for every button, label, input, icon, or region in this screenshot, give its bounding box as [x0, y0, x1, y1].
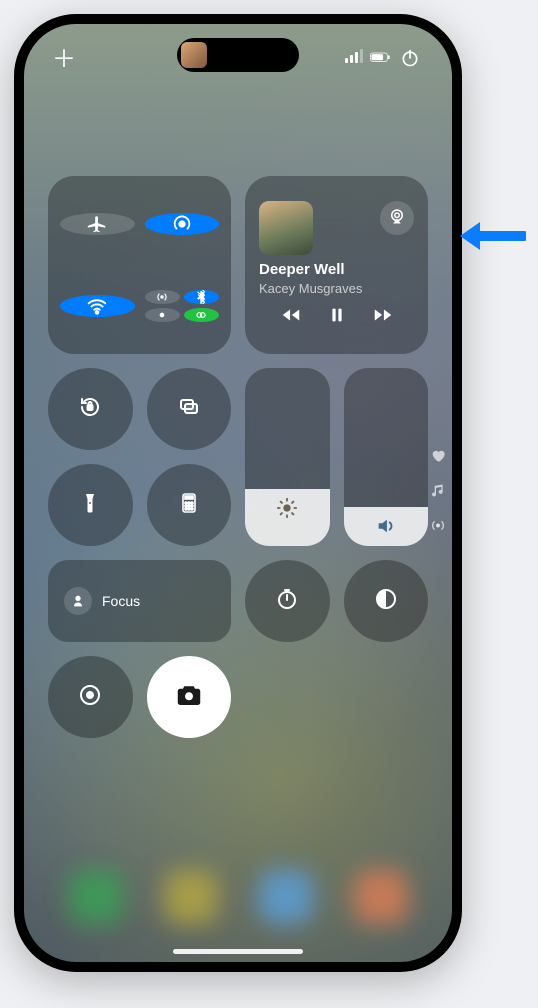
forward-button[interactable]	[372, 304, 394, 331]
wifi-toggle[interactable]	[60, 295, 135, 317]
focus-button[interactable]: Focus	[48, 560, 231, 642]
island-album-art	[181, 42, 207, 68]
timer-icon	[275, 587, 299, 616]
now-playing-module[interactable]: Deeper Well Kacey Musgraves	[245, 176, 428, 354]
now-playing-title: Deeper Well	[259, 261, 345, 278]
flashlight-button[interactable]	[48, 464, 133, 546]
add-control-button[interactable]: ＋	[52, 44, 76, 68]
transport-controls	[259, 304, 414, 331]
screen-record-button[interactable]	[48, 656, 133, 738]
calculator-icon	[177, 491, 201, 520]
control-center: Deeper Well Kacey Musgraves	[48, 176, 428, 738]
rewind-button[interactable]	[280, 304, 302, 331]
now-playing-artist: Kacey Musgraves	[259, 281, 362, 296]
camera-icon	[174, 680, 204, 715]
plus-icon: ＋	[52, 39, 76, 74]
satellite-toggle[interactable]	[145, 308, 180, 322]
camera-button[interactable]	[147, 656, 232, 738]
home-indicator[interactable]	[173, 949, 303, 954]
airplane-mode-toggle[interactable]	[60, 213, 135, 235]
dynamic-island[interactable]	[177, 38, 299, 72]
flashlight-icon	[78, 491, 102, 520]
volume-icon	[375, 515, 397, 542]
status-bar-left: ＋	[52, 44, 76, 68]
album-art	[259, 201, 313, 255]
cellular-toggle[interactable]	[145, 290, 180, 304]
brightness-slider[interactable]	[245, 368, 330, 546]
dock-blur	[48, 856, 428, 938]
screen-mirroring-icon	[177, 395, 201, 424]
cellular-bluetooth-group[interactable]	[145, 290, 220, 322]
iphone-frame: ＋	[14, 14, 462, 972]
brightness-icon	[276, 497, 298, 524]
focus-icon	[64, 587, 92, 615]
airplay-icon	[388, 207, 406, 230]
screen-mirroring-button[interactable]	[147, 368, 232, 450]
rotation-lock-icon	[78, 395, 102, 424]
bluetooth-toggle[interactable]	[184, 290, 219, 304]
calculator-button[interactable]	[147, 464, 232, 546]
pause-button[interactable]	[326, 304, 348, 331]
focus-label: Focus	[102, 593, 140, 609]
timer-button[interactable]	[245, 560, 330, 642]
page-indicator	[430, 448, 446, 539]
callout-arrow	[456, 218, 526, 259]
battery-icon	[370, 48, 390, 68]
connectivity-module[interactable]	[48, 176, 231, 354]
dark-mode-icon	[374, 587, 398, 616]
orientation-lock-button[interactable]	[48, 368, 133, 450]
music-page-icon[interactable]	[430, 483, 446, 504]
power-button[interactable]	[396, 44, 424, 72]
volume-slider[interactable]	[344, 368, 429, 546]
record-icon	[78, 683, 102, 712]
screen: ＋	[24, 24, 452, 962]
cellular-icon	[344, 46, 364, 71]
favorite-page-icon[interactable]	[430, 448, 446, 469]
airplay-button[interactable]	[380, 201, 414, 235]
personal-hotspot-toggle[interactable]	[184, 308, 219, 322]
connectivity-page-icon[interactable]	[430, 518, 446, 539]
status-bar-right	[344, 44, 424, 72]
dark-mode-button[interactable]	[344, 560, 429, 642]
airdrop-toggle[interactable]	[145, 213, 220, 235]
